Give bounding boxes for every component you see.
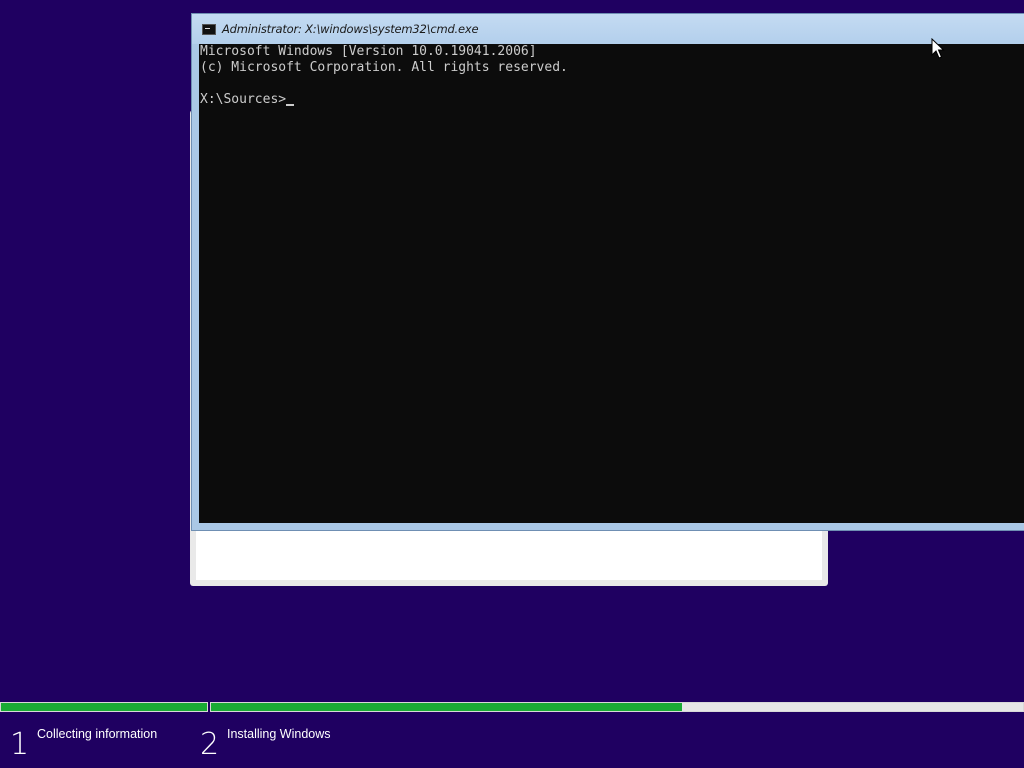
console-prompt: X:\Sources> (200, 92, 287, 107)
cmd-window-title: Administrator: X:\windows\system32\cmd.e… (222, 22, 479, 36)
console-line-copyright: (c) Microsoft Corporation. All rights re… (200, 60, 568, 75)
step-label: Installing Windows (227, 727, 331, 741)
step-number: 2 (200, 727, 220, 762)
cmd-icon[interactable] (202, 23, 216, 35)
cmd-titlebar[interactable]: Administrator: X:\windows\system32\cmd.e… (192, 14, 1024, 44)
progress-fill-step1 (1, 703, 207, 711)
console-prompt-line[interactable]: X:\Sources> (200, 92, 1024, 108)
console-line-version: Microsoft Windows [Version 10.0.19041.20… (200, 44, 537, 59)
console-area[interactable]: Microsoft Windows [Version 10.0.19041.20… (199, 44, 1024, 523)
text-cursor (286, 104, 295, 106)
step-number: 1 (10, 727, 30, 762)
progress-fill-step2 (211, 703, 682, 711)
progress-bar-installing-windows (210, 702, 1024, 712)
mouse-pointer-icon (931, 38, 945, 59)
cmd-window[interactable]: Administrator: X:\windows\system32\cmd.e… (191, 13, 1024, 531)
step-label: Collecting information (37, 727, 158, 741)
progress-bar-collecting-information (0, 702, 208, 712)
